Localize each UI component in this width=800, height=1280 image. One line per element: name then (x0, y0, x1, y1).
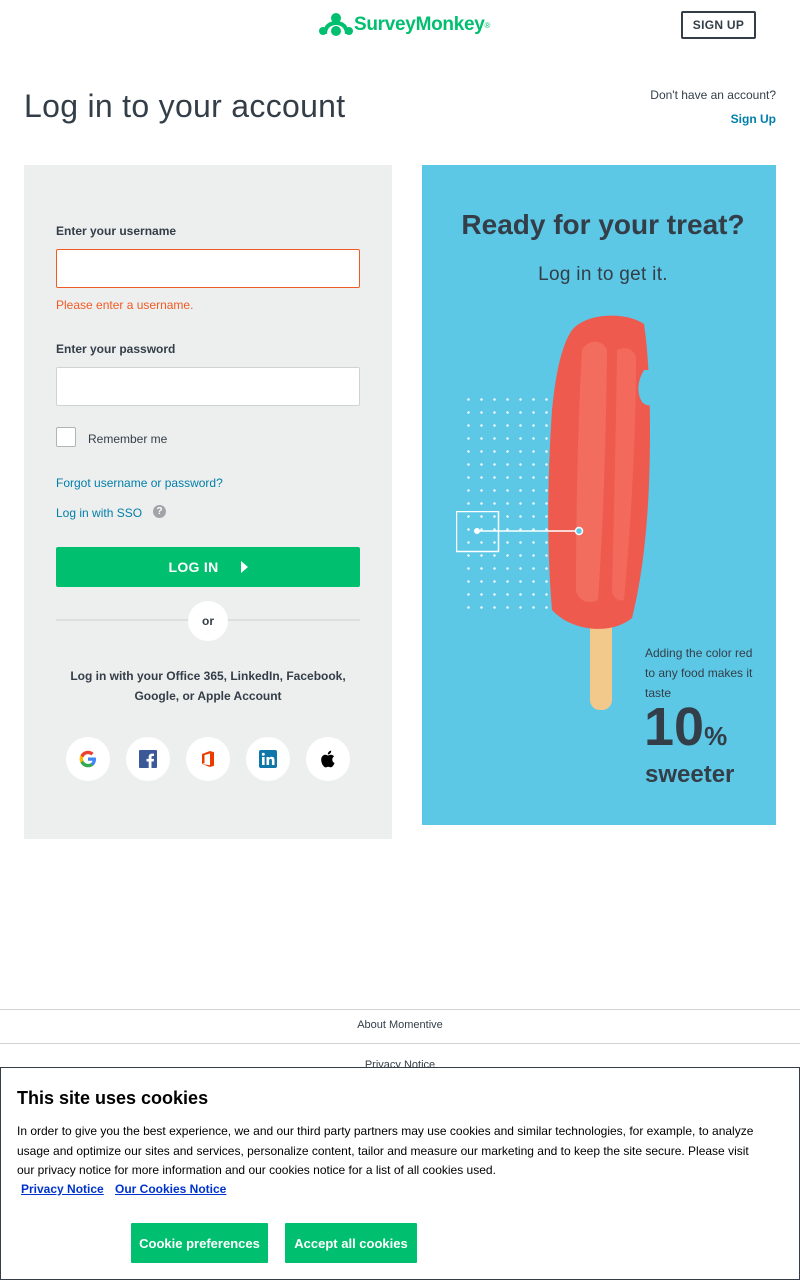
linkedin-login-button[interactable] (246, 737, 290, 781)
header-signup-button[interactable]: SIGN UP (681, 11, 756, 39)
top-bar: SurveyMonkey ® SIGN UP (0, 0, 800, 50)
cookie-banner-title: This site uses cookies (17, 1088, 209, 1108)
cookie-privacy-notice-link[interactable]: Privacy Notice (21, 1182, 104, 1196)
cookie-banner: This site uses cookies In order to give … (0, 1067, 800, 1280)
monkey-logo-icon (319, 13, 353, 36)
password-label: Enter your password (56, 342, 176, 356)
signup-link[interactable]: Sign Up (731, 112, 776, 126)
about-momentive-link[interactable]: About Momentive (0, 1019, 800, 1031)
footer-divider (0, 1009, 800, 1010)
cookie-banner-body: In order to give you the best experience… (17, 1124, 754, 1177)
promo-panel: Ready for your treat? Log in to get it. … (422, 165, 776, 825)
promo-fact-text: Adding the color red to any food makes i… (645, 646, 753, 700)
no-account-text: Don't have an account? (650, 88, 776, 102)
promo-title: Ready for your treat? (461, 209, 745, 240)
apple-login-button[interactable] (306, 737, 350, 781)
page-title: Log in to your account (24, 88, 346, 124)
cookie-notice-link[interactable]: Our Cookies Notice (115, 1182, 226, 1196)
apple-icon (321, 750, 335, 768)
remember-me-label[interactable]: Remember me (88, 432, 167, 446)
cookie-preferences-button[interactable]: Cookie preferences (131, 1223, 268, 1263)
promo-subtitle: Log in to get it. (538, 264, 668, 285)
facebook-login-button[interactable] (126, 737, 170, 781)
promo-fact-unit: % (704, 721, 728, 751)
promo-fact-word: sweeter (645, 761, 735, 788)
password-input[interactable] (56, 367, 360, 406)
facebook-icon (139, 750, 157, 768)
login-panel: Enter your username Please enter a usern… (24, 165, 392, 839)
callout-graphic (456, 511, 584, 553)
remember-me-checkbox[interactable] (56, 427, 76, 447)
promo-fact-value: 10 (644, 697, 705, 757)
google-login-button[interactable] (66, 737, 110, 781)
google-icon (79, 750, 96, 768)
surveymonkey-logo[interactable]: SurveyMonkey ® (319, 11, 490, 39)
forgot-credentials-link[interactable]: Forgot username or password? (56, 476, 223, 490)
username-label: Enter your username (56, 224, 177, 238)
social-login-text: Log in with your Office 365, LinkedIn, F… (70, 669, 346, 703)
accept-all-cookies-button[interactable]: Accept all cookies (285, 1223, 417, 1263)
office365-icon (202, 751, 214, 767)
footer-divider (0, 1043, 800, 1044)
promo-fact-number: 10% (644, 699, 727, 764)
or-divider-label: or (188, 601, 228, 641)
login-button-label: LOG IN (168, 559, 219, 575)
logo-registered-mark: ® (484, 20, 491, 30)
username-input[interactable] (56, 249, 360, 288)
username-error: Please enter a username. (56, 298, 194, 312)
arrow-right-icon (240, 561, 248, 573)
help-icon[interactable]: ? (153, 505, 166, 518)
login-button[interactable]: LOG IN (56, 547, 360, 587)
office365-login-button[interactable] (186, 737, 230, 781)
linkedin-icon (259, 750, 277, 768)
logo-text: SurveyMonkey (354, 14, 485, 35)
sso-login-link[interactable]: Log in with SSO (56, 506, 142, 520)
